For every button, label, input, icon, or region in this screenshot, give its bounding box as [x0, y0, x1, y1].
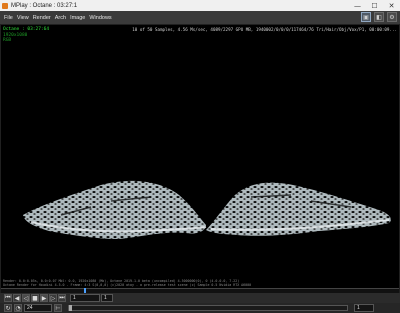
menu-arch[interactable]: Arch: [55, 15, 66, 21]
mplay-icon: [2, 2, 8, 9]
render-info-left: Octane : 03:27:64 1920x1080 RGB: [3, 27, 49, 44]
title-bar: MPlay : Octane : 03:27:1 — ☐ ✕: [0, 0, 400, 11]
render-footer-info: Render: 0.0:0.05s, 0.0:0.07 Mbl: 0.0, 19…: [3, 279, 251, 287]
menu-file[interactable]: File: [4, 15, 13, 21]
current-frame-field[interactable]: 1: [70, 294, 100, 302]
slider-handle[interactable]: [69, 305, 72, 311]
menu-image[interactable]: Image: [70, 15, 85, 21]
playback-settings: ↻ ◔ 24 ⊢ 1: [0, 303, 400, 313]
step-forward-button[interactable]: ▷: [49, 294, 57, 302]
render-image: [23, 180, 391, 239]
mplay-window: MPlay : Octane : 03:27:1 — ☐ ✕ File View…: [0, 0, 400, 313]
playback-controls: ⏮ ◀ ◁ ■ ▶ ▷ ⏭ 1 1: [0, 293, 400, 303]
channel-label: RGB: [3, 38, 12, 43]
settings-icon[interactable]: ⚙: [387, 12, 397, 22]
last-frame-button[interactable]: ⏭: [58, 294, 66, 302]
menu-windows[interactable]: Windows: [89, 15, 111, 21]
render-stats: 10 of 50 Samples, 4.56 Ms/sec, 4089/2297…: [132, 27, 397, 32]
first-frame-button[interactable]: ⏮: [4, 294, 12, 302]
play-button[interactable]: ▶: [40, 294, 48, 302]
snapshot-icon[interactable]: ▣: [361, 12, 371, 22]
fps-field[interactable]: 24: [24, 304, 52, 312]
menu-bar: File View Render Arch Image Windows ▣ ◧ …: [0, 11, 400, 24]
range-start-icon[interactable]: ⊢: [54, 304, 62, 312]
frame-step-field[interactable]: 1: [101, 294, 113, 302]
left-wing-mesh: [23, 180, 206, 239]
stop-button[interactable]: ■: [31, 294, 39, 302]
menu-view[interactable]: View: [17, 15, 29, 21]
window-controls: — ☐ ✕: [349, 0, 400, 11]
toolbar-icons: ▣ ◧ ⚙: [361, 12, 397, 22]
loop-icon[interactable]: ↻: [4, 304, 12, 312]
layout-icon[interactable]: ◧: [374, 12, 384, 22]
realtime-icon[interactable]: ◔: [14, 304, 22, 312]
footer-line-2: Octane Render for Houdini 4.5.0 - Frame:…: [3, 282, 252, 287]
minimize-button[interactable]: —: [349, 0, 366, 11]
step-back-button[interactable]: ◀: [13, 294, 21, 302]
close-button[interactable]: ✕: [383, 0, 400, 11]
window-title: MPlay : Octane : 03:27:1: [11, 2, 78, 9]
render-label: Octane : 03:27:64: [3, 27, 50, 32]
frame-range-slider[interactable]: [68, 305, 348, 311]
render-viewport[interactable]: Octane : 03:27:64 1920x1080 RGB 10 of 50…: [1, 25, 399, 288]
maximize-button[interactable]: ☐: [366, 0, 383, 11]
play-reverse-button[interactable]: ◁: [22, 294, 30, 302]
end-frame-field[interactable]: 1: [354, 304, 374, 312]
menu-render[interactable]: Render: [33, 15, 51, 21]
